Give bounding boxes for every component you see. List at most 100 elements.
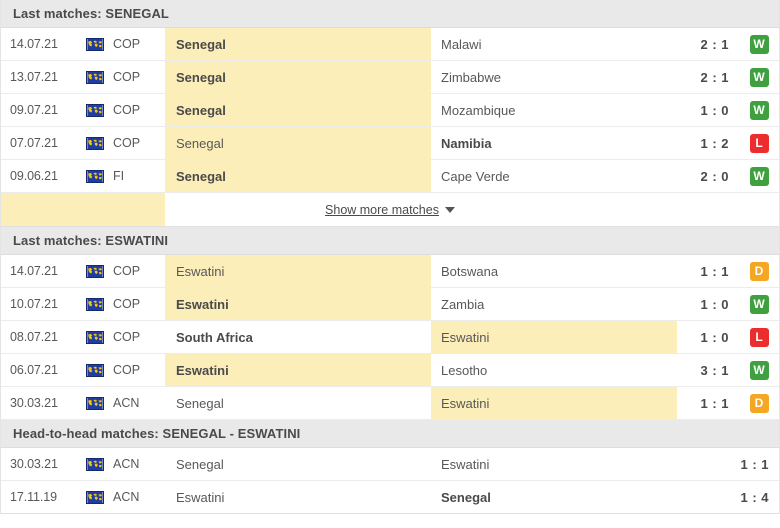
table-row[interactable]: 09.07.21 COP Senegal Mozambique 1 : 0 W (1, 94, 779, 127)
flag-cell (79, 28, 111, 60)
match-score: 1 : 0 (700, 296, 729, 312)
match-date: 14.07.21 (10, 37, 58, 51)
result-cell: W (739, 28, 779, 60)
table-row[interactable]: 08.07.21 COP South Africa Eswatini 1 : 0 L (1, 321, 779, 354)
home-team[interactable]: Eswatini (165, 354, 421, 386)
home-team[interactable]: Senegal (165, 127, 421, 159)
world-flag-icon (86, 264, 104, 278)
table-row[interactable]: 14.07.21 COP Senegal Malawi 2 : 1 W (1, 28, 779, 61)
match-score: 2 : 1 (700, 36, 729, 52)
flag-cell (79, 61, 111, 93)
table-row[interactable]: 14.07.21 COP Eswatini Botswana 1 : 1 D (1, 255, 779, 288)
table-row[interactable]: 30.03.21 ACN Senegal Eswatini 1 : 1 (1, 448, 779, 481)
result-cell: W (739, 94, 779, 126)
match-score: 1 : 4 (740, 489, 769, 505)
table-row[interactable]: 07.07.21 COP Senegal Namibia 1 : 2 L (1, 127, 779, 160)
home-cell-spacer (421, 61, 431, 93)
competition-code: COP (113, 136, 141, 150)
away-team[interactable]: Cape Verde (431, 160, 677, 192)
status-badge: W (749, 294, 769, 314)
home-cell-spacer (421, 288, 431, 320)
status-badge: W (749, 360, 769, 380)
home-team[interactable]: South Africa (165, 321, 421, 353)
home-team[interactable]: Senegal (165, 160, 421, 192)
section-title: Last matches: ESWATINI (13, 233, 169, 248)
world-flag-icon (86, 136, 104, 150)
away-team[interactable]: Senegal (431, 481, 677, 513)
status-badge: L (749, 133, 769, 153)
home-team[interactable]: Senegal (165, 28, 421, 60)
home-team[interactable]: Senegal (165, 94, 421, 126)
match-date: 13.07.21 (10, 70, 58, 84)
section-title: Head-to-head matches: SENEGAL - ESWATINI (13, 426, 301, 441)
match-score: 1 : 1 (700, 395, 729, 411)
result-cell: D (739, 387, 779, 419)
world-flag-icon (86, 457, 104, 471)
home-team[interactable]: Senegal (165, 387, 421, 419)
match-date: 07.07.21 (10, 136, 58, 150)
away-team[interactable]: Lesotho (431, 354, 677, 386)
table-row[interactable]: 10.07.21 COP Eswatini Zambia 1 : 0 W (1, 288, 779, 321)
home-team[interactable]: Eswatini (165, 288, 421, 320)
competition-code: FI (113, 169, 125, 183)
world-flag-icon (86, 330, 104, 344)
section-header-head-to-head: Head-to-head matches: SENEGAL - ESWATINI (1, 420, 779, 448)
show-more-matches-link[interactable]: Show more matches (325, 203, 439, 217)
result-cell: L (739, 127, 779, 159)
home-team[interactable]: Senegal (165, 61, 421, 93)
table-row[interactable]: 09.06.21 FI Senegal Cape Verde 2 : 0 W (1, 160, 779, 193)
home-cell-spacer (421, 160, 431, 192)
away-team[interactable]: Namibia (431, 127, 677, 159)
match-score: 1 : 0 (700, 329, 729, 345)
section-header-last-matches-eswatini: Last matches: ESWATINI (1, 227, 779, 255)
match-date: 17.11.19 (10, 490, 57, 504)
competition-code: ACN (113, 490, 140, 504)
flag-cell (79, 481, 111, 513)
flag-cell (79, 160, 111, 192)
show-more-row[interactable]: Show more matches (1, 193, 779, 227)
world-flag-icon (86, 363, 104, 377)
world-flag-icon (86, 103, 104, 117)
away-team[interactable]: Malawi (431, 28, 677, 60)
home-cell-spacer (421, 448, 431, 480)
home-team[interactable]: Senegal (165, 448, 421, 480)
match-date: 06.07.21 (10, 363, 58, 377)
flag-cell (79, 127, 111, 159)
chevron-down-icon[interactable] (444, 206, 455, 213)
world-flag-icon (86, 396, 104, 410)
away-team[interactable]: Eswatini (431, 387, 677, 419)
flag-cell (79, 387, 111, 419)
table-row[interactable]: 17.11.19 ACN Eswatini Senegal 1 : 4 (1, 481, 779, 514)
home-cell-spacer (421, 354, 431, 386)
status-badge: W (749, 100, 769, 120)
away-team[interactable]: Zambia (431, 288, 677, 320)
flag-cell (79, 321, 111, 353)
competition-code: COP (113, 297, 141, 311)
status-badge: W (749, 166, 769, 186)
match-date: 08.07.21 (10, 330, 58, 344)
away-team[interactable]: Eswatini (431, 448, 677, 480)
world-flag-icon (86, 297, 104, 311)
world-flag-icon (86, 169, 104, 183)
match-score: 1 : 1 (700, 263, 729, 279)
away-team[interactable]: Botswana (431, 255, 677, 287)
home-team[interactable]: Eswatini (165, 481, 421, 513)
result-cell: D (739, 255, 779, 287)
match-score: 1 : 2 (700, 135, 729, 151)
table-row[interactable]: 06.07.21 COP Eswatini Lesotho 3 : 1 W (1, 354, 779, 387)
flag-cell (79, 94, 111, 126)
home-team[interactable]: Eswatini (165, 255, 421, 287)
home-cell-spacer (421, 481, 431, 513)
match-date: 30.03.21 (10, 396, 58, 410)
table-row[interactable]: 30.03.21 ACN Senegal Eswatini 1 : 1 D (1, 387, 779, 420)
competition-code: COP (113, 103, 141, 117)
table-row[interactable]: 13.07.21 COP Senegal Zimbabwe 2 : 1 W (1, 61, 779, 94)
home-cell-spacer (421, 255, 431, 287)
match-score: 2 : 1 (700, 69, 729, 85)
home-cell-spacer (421, 387, 431, 419)
away-team[interactable]: Zimbabwe (431, 61, 677, 93)
away-team[interactable]: Eswatini (431, 321, 677, 353)
status-badge: D (749, 261, 769, 281)
match-date: 09.07.21 (10, 103, 58, 117)
away-team[interactable]: Mozambique (431, 94, 677, 126)
